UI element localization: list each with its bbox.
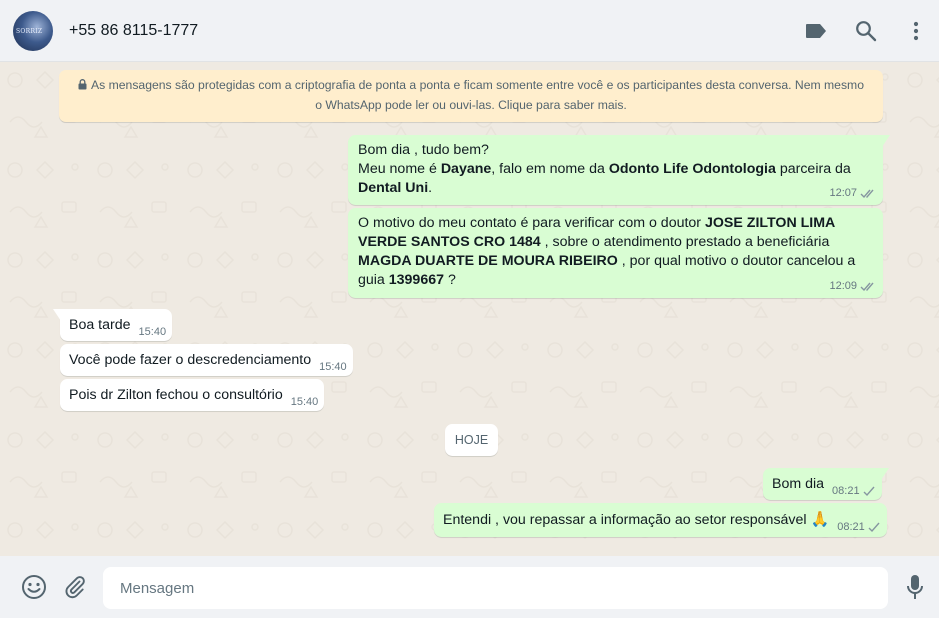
double-check-icon xyxy=(860,282,874,292)
contact-avatar[interactable]: SORRIZ xyxy=(13,11,53,51)
folded-hands-emoji: 🙏 xyxy=(810,511,830,528)
message-text: Bom dia xyxy=(772,476,825,492)
message-meta: 12:09 xyxy=(829,279,876,294)
message-text: Meu nome é Dayane, falo em nome da Odont… xyxy=(358,161,851,177)
attach-icon[interactable] xyxy=(60,572,90,602)
encryption-notice-line2: o WhatsApp pode ler ou ouvi-las. Clique … xyxy=(315,98,627,112)
message-outgoing[interactable]: Bom dia , tudo bem? Meu nome é Dayane, f… xyxy=(348,135,890,205)
message-input[interactable] xyxy=(103,567,888,609)
emoji-icon[interactable] xyxy=(19,572,49,602)
message-meta: 15:40 xyxy=(319,360,347,375)
search-icon[interactable] xyxy=(854,19,878,43)
chat-header: SORRIZ +55 86 8115-1777 xyxy=(0,0,939,62)
message-text: Dental Uni. xyxy=(358,180,433,196)
lock-icon xyxy=(78,79,87,90)
label-icon[interactable] xyxy=(804,19,828,43)
message-incoming[interactable]: Pois dr Zilton fechou o consultório 15:40 xyxy=(60,379,325,411)
microphone-icon[interactable] xyxy=(900,572,930,602)
check-icon xyxy=(863,486,875,497)
message-meta: 08:21 xyxy=(832,484,875,499)
message-time: 12:09 xyxy=(829,280,857,292)
message-time: 15:40 xyxy=(290,396,319,408)
message-composer xyxy=(0,556,939,618)
message-text: MAGDA DUARTE DE MOURA RIBEIRO , por qual… xyxy=(358,253,856,269)
message-outgoing[interactable]: Bom dia 08:21 xyxy=(763,468,889,500)
encryption-notice-line1: As mensagens são protegidas com a cripto… xyxy=(91,78,864,92)
message-meta: 15:40 xyxy=(291,395,319,410)
message-incoming[interactable]: Você pode fazer o descredenciamento 15:40 xyxy=(60,344,353,376)
message-time: 12:07 xyxy=(829,187,857,199)
message-meta: 12:07 xyxy=(829,186,876,201)
chat-area[interactable]: As mensagens são protegidas com a cripto… xyxy=(0,62,939,556)
message-outgoing[interactable]: Entendi , vou repassar a informação ao s… xyxy=(434,503,887,537)
message-meta: 15:40 xyxy=(139,325,167,340)
message-text: Boa tarde xyxy=(69,317,131,333)
message-meta: 08:21 xyxy=(837,520,880,535)
message-text: Você pode fazer o descredenciamento xyxy=(69,352,312,368)
message-time: 08:21 xyxy=(832,485,860,497)
message-text: Bom dia , tudo bem? xyxy=(358,142,489,158)
message-incoming[interactable]: Boa tarde 15:40 xyxy=(52,309,173,341)
menu-icon[interactable] xyxy=(904,19,928,43)
message-text: Pois dr Zilton fechou o consultório xyxy=(69,387,283,403)
double-check-icon xyxy=(860,189,874,199)
message-time: 08:21 xyxy=(837,521,865,533)
message-outgoing[interactable]: O motivo do meu contato é para verificar… xyxy=(348,208,883,298)
encryption-notice[interactable]: As mensagens são protegidas com a cripto… xyxy=(59,70,883,122)
check-icon xyxy=(868,522,880,533)
message-text: VERDE SANTOS CRO 1484 , sobre o atendime… xyxy=(358,234,830,250)
date-separator: HOJE xyxy=(445,424,498,456)
message-text: O motivo do meu contato é para verificar… xyxy=(358,215,836,231)
message-text: Entendi , vou repassar a informação ao s… xyxy=(443,512,811,528)
avatar-logo-text: SORRIZ xyxy=(16,28,43,35)
contact-name[interactable]: +55 86 8115-1777 xyxy=(69,22,198,40)
message-time: 15:40 xyxy=(138,326,167,338)
message-time: 15:40 xyxy=(319,361,347,373)
message-text: guia 1399667 ? xyxy=(358,272,456,288)
